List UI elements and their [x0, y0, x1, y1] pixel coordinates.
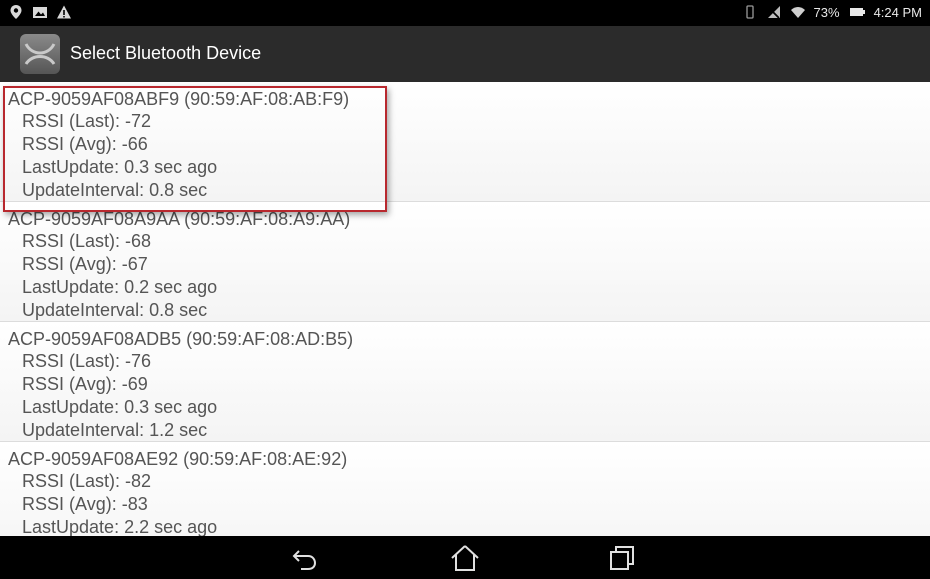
- back-icon[interactable]: [289, 544, 319, 572]
- vibrate-icon: [745, 5, 754, 19]
- device-rssi-last: RSSI (Last): -72: [22, 111, 152, 131]
- device-name: ACP-9059AF08AE92 (90:59:AF:08:AE:92): [8, 449, 348, 469]
- device-rssi-last: RSSI (Last): -82: [22, 471, 152, 491]
- recent-apps-icon[interactable]: [607, 544, 637, 572]
- app-icon[interactable]: [18, 32, 62, 76]
- device-rssi-avg: RSSI (Avg): -67: [22, 254, 148, 274]
- device-rssi-last: RSSI (Last): -68: [22, 231, 152, 251]
- battery-percentage: 73%: [813, 4, 840, 20]
- device-name: ACP-9059AF08ABF9 (90:59:AF:08:AB:F9): [8, 89, 350, 109]
- status-bar: 73% 4:24 PM: [0, 0, 930, 26]
- device-rssi-last: RSSI (Last): -76: [22, 351, 152, 371]
- device-name: ACP-9059AF08ADB5 (90:59:AF:08:AD:B5): [8, 329, 354, 349]
- device-update-interval: UpdateInterval: 0.8 sec: [22, 300, 208, 320]
- clock: 4:24 PM: [873, 4, 922, 20]
- device-name: ACP-9059AF08A9AA (90:59:AF:08:A9:AA): [8, 209, 351, 229]
- image-notification-icon: [33, 7, 47, 18]
- device-rssi-avg: RSSI (Avg): -83: [22, 494, 148, 514]
- device-item[interactable]: ACP-9059AF08ADB5 (90:59:AF:08:AD:B5) RSS…: [0, 322, 930, 442]
- device-list[interactable]: ACP-9059AF08ABF9 (90:59:AF:08:AB:F9) RSS…: [0, 82, 930, 536]
- page-title: Select Bluetooth Device: [70, 43, 262, 63]
- battery-icon: [849, 8, 865, 16]
- location-icon: [10, 5, 22, 19]
- device-last-update: LastUpdate: 0.3 sec ago: [22, 397, 218, 417]
- device-last-update: LastUpdate: 0.2 sec ago: [22, 277, 218, 297]
- warning-icon: [57, 5, 71, 19]
- wifi-icon: [790, 7, 805, 18]
- no-signal-icon: [767, 6, 780, 19]
- device-update-interval: UpdateInterval: 0.8 sec: [22, 180, 208, 200]
- device-item[interactable]: ACP-9059AF08AE92 (90:59:AF:08:AE:92) RSS…: [0, 442, 930, 536]
- device-rssi-avg: RSSI (Avg): -66: [22, 134, 148, 154]
- action-bar: Select Bluetooth Device: [0, 26, 930, 82]
- device-last-update: LastUpdate: 2.2 sec ago: [22, 517, 218, 536]
- device-last-update: LastUpdate: 0.3 sec ago: [22, 157, 218, 177]
- status-right-icons: 73% 4:24 PM: [742, 4, 922, 20]
- device-item[interactable]: ACP-9059AF08A9AA (90:59:AF:08:A9:AA) RSS…: [0, 202, 930, 322]
- device-rssi-avg: RSSI (Avg): -69: [22, 374, 148, 394]
- device-item[interactable]: ACP-9059AF08ABF9 (90:59:AF:08:AB:F9) RSS…: [0, 82, 930, 202]
- nav-bar: [0, 536, 930, 579]
- home-icon[interactable]: [450, 544, 480, 572]
- device-update-interval: UpdateInterval: 1.2 sec: [22, 420, 208, 440]
- status-left-icons: [8, 4, 72, 20]
